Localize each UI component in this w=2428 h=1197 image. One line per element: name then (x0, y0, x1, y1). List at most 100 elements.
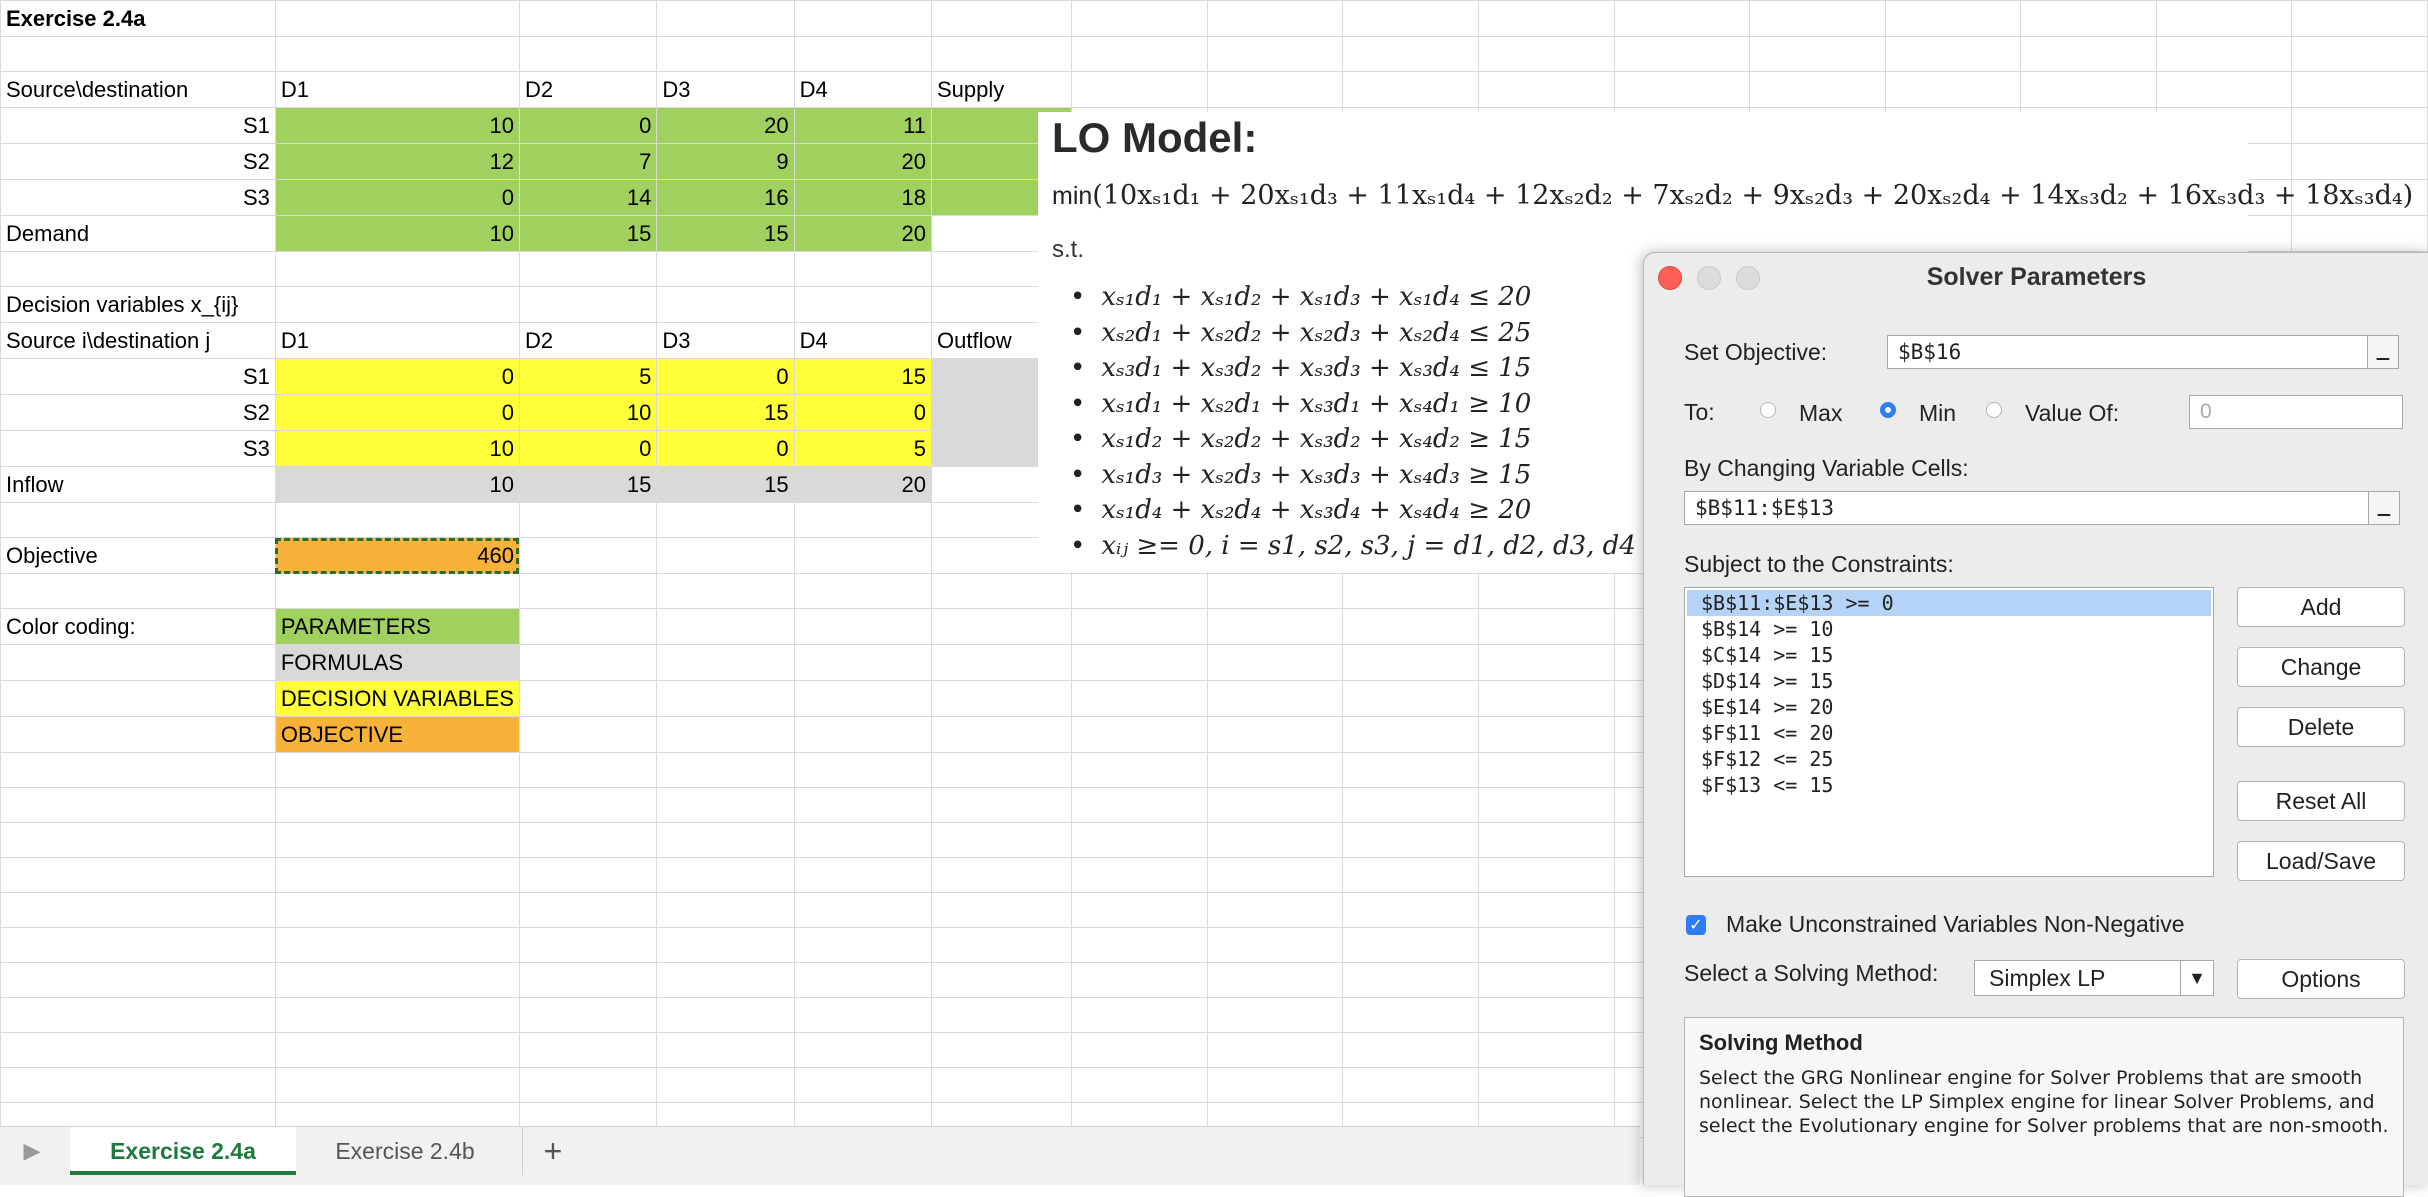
cell[interactable]: D2 (518, 71, 658, 108)
add-button[interactable]: Add (2237, 587, 2405, 627)
cell[interactable] (518, 644, 658, 681)
tab-exercise-2-4a[interactable]: Exercise 2.4a (70, 1127, 296, 1175)
cell[interactable] (1477, 892, 1615, 928)
cell[interactable] (1342, 1032, 1479, 1068)
cell[interactable]: Decision variables x_{ij} (0, 286, 276, 323)
cell[interactable] (274, 0, 520, 37)
cell[interactable] (1477, 927, 1615, 963)
cell[interactable] (1477, 962, 1615, 998)
cell[interactable] (930, 962, 1073, 998)
cell[interactable]: D3 (656, 71, 795, 108)
cell[interactable] (0, 1032, 276, 1068)
cell[interactable] (2020, 71, 2157, 108)
cell[interactable]: D4 (793, 71, 933, 108)
cell[interactable] (1477, 787, 1615, 823)
cell[interactable] (1477, 71, 1615, 108)
cell[interactable] (1749, 0, 1886, 37)
cell[interactable] (2155, 71, 2293, 108)
cell[interactable] (1206, 36, 1344, 72)
value-of-radio[interactable] (1986, 402, 2002, 418)
collapse-dialog-icon[interactable]: _ (2367, 335, 2399, 369)
cell[interactable] (1884, 71, 2022, 108)
cell[interactable] (274, 787, 520, 823)
cell[interactable] (656, 752, 795, 788)
cell[interactable] (518, 962, 658, 998)
cell[interactable] (518, 927, 658, 963)
cell[interactable] (1342, 857, 1479, 893)
cell[interactable] (518, 286, 658, 323)
cell[interactable] (1342, 892, 1479, 928)
cell[interactable] (1071, 1032, 1208, 1068)
cell[interactable] (1342, 644, 1479, 681)
cell[interactable] (930, 752, 1073, 788)
cell[interactable] (1342, 573, 1479, 609)
cell[interactable] (1071, 573, 1208, 609)
cell[interactable] (518, 537, 658, 574)
cell[interactable] (0, 573, 276, 609)
cell[interactable] (930, 608, 1073, 645)
cell[interactable]: 5 (793, 430, 933, 467)
cell[interactable] (1342, 752, 1479, 788)
cell[interactable] (1342, 1067, 1479, 1103)
constraints-list[interactable]: $B$11:$E$13 >= 0 $B$14 >= 10 $C$14 >= 15 $D… (1684, 587, 2214, 877)
minimize-icon[interactable] (1697, 266, 1721, 290)
cell[interactable] (2291, 215, 2428, 252)
cell[interactable] (930, 36, 1073, 72)
cell[interactable] (2155, 36, 2293, 72)
cell[interactable] (656, 502, 795, 538)
cell[interactable] (2155, 0, 2293, 37)
cell[interactable] (274, 502, 520, 538)
cell[interactable] (930, 0, 1073, 37)
cell[interactable] (1477, 857, 1615, 893)
cell[interactable] (274, 962, 520, 998)
cell[interactable]: Color coding: (0, 608, 276, 645)
cell[interactable]: 15 (656, 466, 795, 503)
cell[interactable] (0, 892, 276, 928)
constraint-item[interactable]: $F$11 <= 20 (1687, 720, 2211, 746)
cell[interactable] (930, 716, 1073, 753)
cell[interactable] (1071, 752, 1208, 788)
cell[interactable]: Source\destination (0, 71, 276, 108)
cell[interactable] (656, 1067, 795, 1103)
cell[interactable] (656, 962, 795, 998)
cell[interactable] (0, 502, 276, 538)
cell[interactable] (518, 680, 658, 717)
cell[interactable] (0, 644, 276, 681)
cell[interactable] (274, 36, 520, 72)
cell[interactable] (793, 36, 933, 72)
cell[interactable] (518, 752, 658, 788)
cell[interactable] (793, 927, 933, 963)
cell[interactable] (930, 927, 1073, 963)
cell[interactable] (930, 1067, 1073, 1103)
cell[interactable] (1071, 644, 1208, 681)
cell[interactable] (1071, 787, 1208, 823)
cell[interactable] (656, 680, 795, 717)
cell[interactable] (1613, 71, 1751, 108)
cell[interactable] (1613, 36, 1751, 72)
cell[interactable] (656, 997, 795, 1033)
cell[interactable]: 10 (274, 430, 520, 467)
cell[interactable] (1071, 892, 1208, 928)
cell[interactable] (274, 286, 520, 323)
cell[interactable] (793, 857, 933, 893)
cell[interactable] (1206, 680, 1344, 717)
cell[interactable] (0, 997, 276, 1033)
cell[interactable]: Demand (0, 215, 276, 252)
cell[interactable] (1477, 680, 1615, 717)
cell[interactable] (1342, 997, 1479, 1033)
cell[interactable]: S2 (0, 143, 276, 180)
cell[interactable] (0, 787, 276, 823)
cell[interactable] (1206, 962, 1344, 998)
cell[interactable] (656, 857, 795, 893)
cell[interactable] (930, 892, 1073, 928)
cell[interactable] (274, 822, 520, 858)
cell[interactable] (793, 752, 933, 788)
cell[interactable] (1071, 36, 1208, 72)
cell[interactable] (1749, 71, 1886, 108)
cell[interactable] (930, 1032, 1073, 1068)
cell[interactable] (1071, 857, 1208, 893)
tab-scroll-icon[interactable]: ▶ (10, 1127, 54, 1175)
cell[interactable] (274, 997, 520, 1033)
cell[interactable] (2291, 0, 2428, 37)
cell[interactable] (0, 36, 276, 72)
